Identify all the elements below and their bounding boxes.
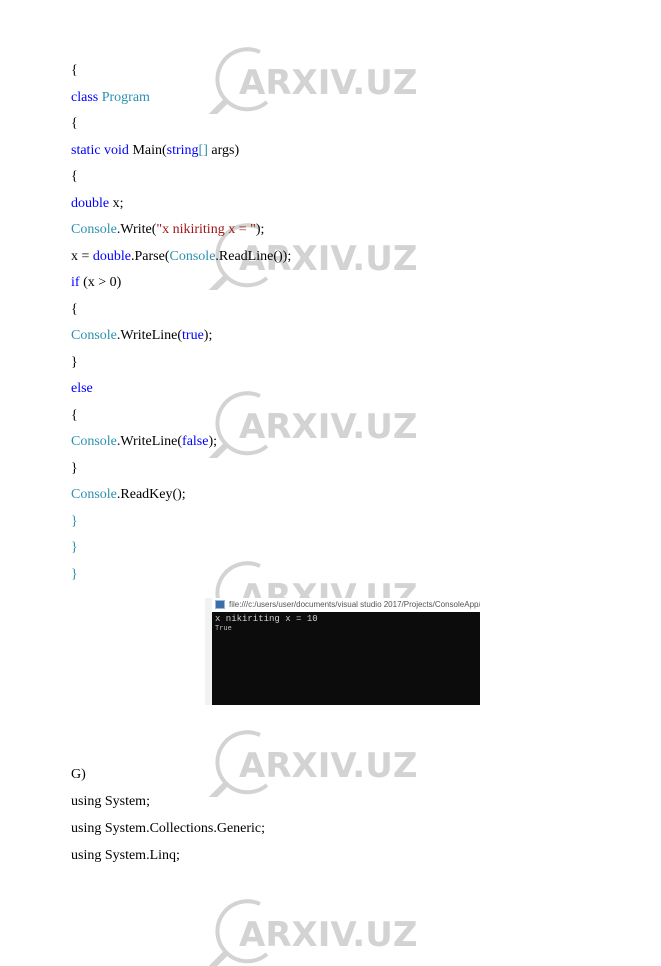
using-line: using System; [71,794,150,809]
console-output-screenshot: file:///c:/users/user/documents/visual s… [205,598,480,705]
code-line: { [71,302,78,318]
magnifier-icon [215,730,269,795]
code-line: } [71,567,78,583]
code-token: .WriteLine( [116,434,183,449]
code-token: static void [71,143,133,158]
code-line: if (x > 0) [71,275,121,291]
code-token: (x > 0) [79,275,122,290]
code-line: static void Main(string[] args) [71,143,239,159]
code-token: .WriteLine( [116,328,183,343]
code-token: x = [71,249,93,264]
document-page: ARXIV.UZ ARXIV.UZ ARXIV.UZ ARXIV.UZ ARXI… [0,0,661,966]
code-token: Console [169,249,216,264]
code-token: } [71,355,78,370]
magnifier-icon [215,391,269,456]
code-token: .ReadLine()); [215,249,292,264]
code-token: .Write( [116,222,157,237]
code-token: } [71,461,78,476]
editor-fragment [205,598,212,705]
code-token: double [92,249,132,264]
code-line: else [71,381,93,397]
code-token: Console [71,328,117,343]
code-token: .ReadKey(); [116,487,186,502]
code-line: { [71,408,78,424]
code-line: } [71,355,78,371]
code-token: string [166,143,199,158]
console-body: x nikiriting x = 10 True [212,612,480,705]
code-token: .Parse( [131,249,170,264]
code-line: } [71,514,78,530]
code-token: Program [101,90,150,105]
code-token: else [71,381,93,396]
code-line: Console.Write("x nikiriting x = "); [71,222,264,238]
code-token: true [182,328,204,343]
code-token: false [182,434,209,449]
watermark-text: ARXIV.UZ [239,407,417,447]
watermark: ARXIV.UZ [205,727,625,797]
console-window-icon [215,600,225,610]
code-token: Main( [132,143,167,158]
watermark-text: ARXIV.UZ [239,915,417,955]
console-title: file:///c:/users/user/documents/visual s… [229,600,480,609]
code-token: double [71,196,110,211]
watermark-graphic: ARXIV.UZ [208,899,417,966]
code-line: class Program [71,90,150,106]
section-label: G) [71,767,86,782]
code-token: x; [109,196,124,211]
code-token: Console [71,487,117,502]
using-line: using System.Collections.Generic; [71,821,266,836]
code-line: { [71,169,78,185]
code-token: } [71,514,78,529]
watermark-text: ARXIV.UZ [239,63,417,103]
watermark-text: ARXIV.UZ [239,746,417,786]
code-line: double x; [71,196,124,212]
code-token: class [71,90,102,105]
magnifier-icon [215,47,269,112]
code-line: } [71,461,78,477]
code-token: { [71,169,78,184]
code-token: } [71,567,78,582]
watermark-graphic: ARXIV.UZ [208,391,417,458]
code-line: Console.ReadKey(); [71,487,186,503]
code-line: { [71,116,78,132]
code-token: ); [203,328,213,343]
console-output-line: True [215,625,232,633]
watermark-graphic: ARXIV.UZ [208,47,417,114]
watermark-graphic: ARXIV.UZ [208,730,417,797]
code-token: { [71,116,78,131]
code-token: ); [255,222,265,237]
code-token: "x nikiriting x = " [156,222,256,237]
code-line: } [71,540,78,556]
watermark: ARXIV.UZ [205,44,625,114]
code-token: { [71,302,78,317]
code-line: x = double.Parse(Console.ReadLine()); [71,249,291,265]
console-output-line: x nikiriting x = 10 [215,614,318,624]
code-token: args) [207,143,240,158]
console-title-bar: file:///c:/users/user/documents/visual s… [212,598,480,612]
code-line: { [71,63,78,79]
code-token: } [71,540,78,555]
code-token: { [71,63,78,78]
code-token: ); [208,434,218,449]
watermark: ARXIV.UZ [205,388,625,458]
code-token: if [71,275,80,290]
code-token: { [71,408,78,423]
watermark: ARXIV.UZ [205,896,625,966]
magnifier-icon [215,899,269,964]
code-token: Console [71,222,117,237]
code-line: Console.WriteLine(false); [71,434,217,450]
code-token: [] [198,143,208,158]
code-line: Console.WriteLine(true); [71,328,212,344]
using-line: using System.Linq; [71,848,180,863]
code-token: Console [71,434,117,449]
